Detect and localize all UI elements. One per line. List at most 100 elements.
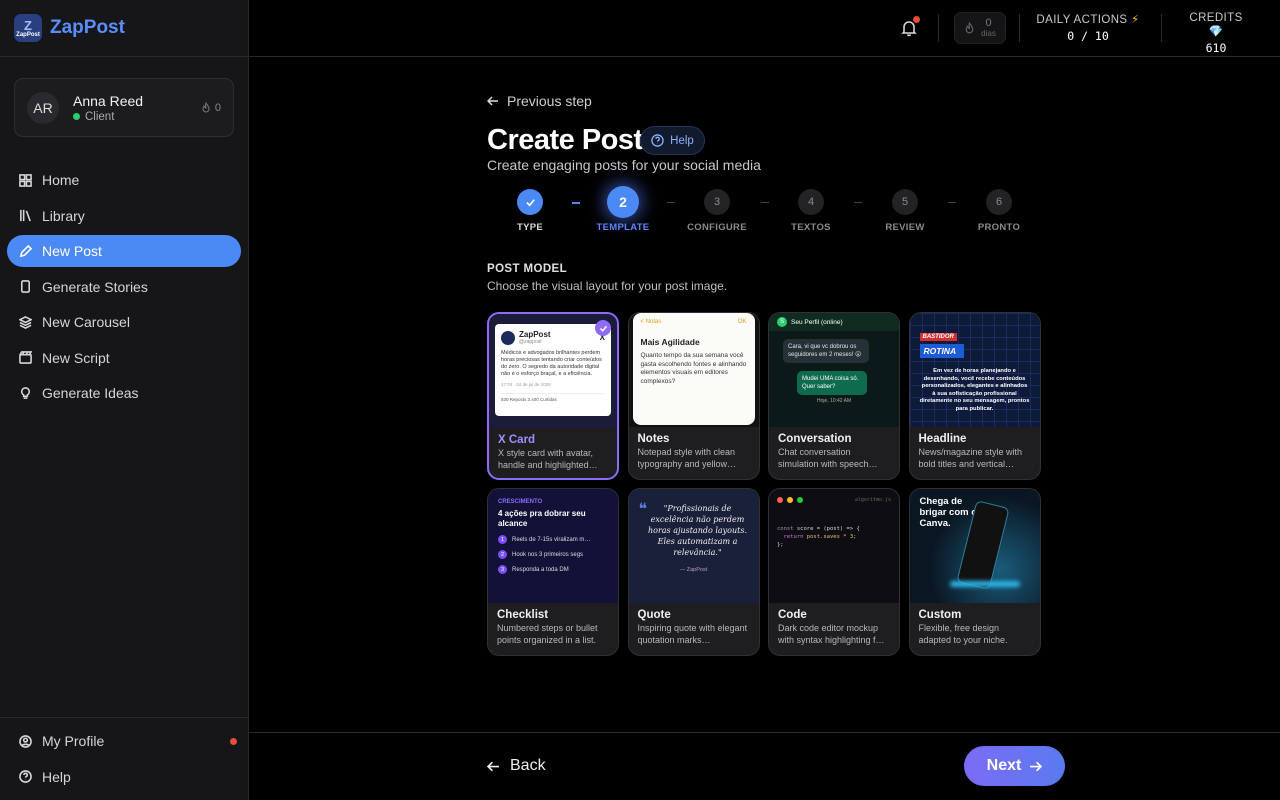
template-card-headline[interactable]: BASTIDOR ROTINA Em vez de horas planejan… [908, 312, 1041, 480]
user-streak: 0 [201, 101, 221, 114]
template-name: Notes [637, 433, 670, 445]
sidebar-item-library[interactable]: Library [7, 200, 241, 232]
sidebar-item-my-profile[interactable]: My Profile [7, 725, 241, 757]
template-card-quote[interactable]: ❝ "Profissionais de excelência não perde… [627, 488, 760, 656]
template-preview: S Seu Perfil (online) Cara, vi que vc dob… [769, 313, 899, 427]
streak-counter: 0 dias [954, 12, 1006, 44]
sidebar-item-label: Home [42, 172, 80, 188]
arrow-left-icon [487, 96, 498, 106]
step-configure: 3 CONFIGURE [682, 187, 752, 233]
template-grid: ZapPost @zappost X Médicos e advogados bri… [487, 312, 1043, 656]
brand-logo[interactable]: Z ZapPost ZapPost [0, 0, 248, 57]
help-circle-icon [651, 134, 664, 147]
diamond-icon: 💎 [1208, 26, 1224, 38]
template-preview: ❝ "Profissionais de excelência não perde… [628, 489, 759, 603]
template-name: Code [778, 609, 807, 621]
template-card-custom[interactable]: Chega de brigar com o Canva. Custom Flex… [908, 488, 1041, 656]
template-desc: X style card with avatar, handle and hig… [498, 448, 598, 470]
section-title: POST MODEL [487, 263, 568, 275]
stepper: TYPE 2 TEMPLATE 3 CONFIGURE 4 TEXTOS 5 R… [487, 186, 1047, 237]
sidebar-item-label: Library [42, 207, 85, 224]
sidebar: Z ZapPost ZapPost AR Anna Reed Client 0 … [0, 0, 249, 800]
selected-check-icon [595, 320, 611, 336]
template-name: Quote [637, 609, 671, 621]
template-preview: CRESCIMENTO 4 ações pra dobrar seu alcan… [488, 489, 618, 603]
template-preview: < Notas OK Mais Agilidade Quanto tempo da… [628, 313, 759, 427]
user-circle-icon [19, 734, 32, 748]
sidebar-item-help[interactable]: Help [7, 761, 241, 793]
phone-icon [20, 280, 31, 293]
template-card-conversation[interactable]: S Seu Perfil (online) Cara, vi que vc dob… [768, 312, 900, 480]
clapper-icon [19, 351, 32, 364]
main-content: Previous step Create Post Help Create en… [249, 57, 1280, 732]
template-desc: News/magazine style with bold titles and… [918, 447, 1023, 469]
sidebar-item-home[interactable]: Home [7, 164, 241, 196]
step-pronto: 6 PRONTO [964, 187, 1034, 233]
grid-icon [19, 173, 32, 187]
template-desc: Chat conversation simulation with speech… [778, 447, 878, 469]
sidebar-item-label: New Carousel [42, 314, 130, 330]
sidebar-item-label: My Profile [42, 733, 105, 749]
previous-step-link[interactable]: Previous step [487, 93, 592, 109]
template-desc: Dark code editor mockup with syntax high… [778, 623, 885, 645]
step-type[interactable]: TYPE [495, 187, 565, 233]
sidebar-item-generate-stories[interactable]: Generate Stories [7, 271, 241, 303]
template-card-notes[interactable]: < Notas OK Mais Agilidade Quanto tempo da… [627, 312, 760, 480]
template-preview: algoritmo.js const score = (post) => { r… [769, 489, 899, 603]
sidebar-item-new-script[interactable]: New Script [7, 342, 241, 374]
back-button[interactable]: Back [487, 757, 546, 775]
step-connector [761, 202, 769, 203]
quote-mark-icon: ❝ [638, 499, 648, 518]
credits: CREDITS 💎 610 [1189, 12, 1243, 55]
arrow-right-icon [1030, 761, 1043, 771]
contact-avatar-icon: S [777, 317, 787, 327]
page-title: Create Post [487, 124, 643, 156]
template-name: Conversation [778, 433, 852, 445]
template-preview: Chega de brigar com o Canva. [909, 489, 1040, 603]
template-card-checklist[interactable]: CRESCIMENTO 4 ações pra dobrar seu alcan… [487, 488, 619, 656]
template-desc: Numbered steps or bullet points organize… [497, 623, 598, 645]
step-connector [948, 202, 956, 203]
template-name: Custom [918, 609, 962, 621]
next-button[interactable]: Next [964, 746, 1065, 786]
template-card-x-card[interactable]: ZapPost @zappost X Médicos e advogados bri… [487, 312, 619, 480]
online-status-icon [73, 113, 80, 120]
template-preview: BASTIDOR ROTINA Em vez de horas planejan… [910, 313, 1040, 427]
step-review: 5 REVIEW [870, 187, 940, 233]
section-subtitle: Choose the visual layout for your post i… [487, 279, 728, 293]
app-root: Z ZapPost ZapPost AR Anna Reed Client 0 … [0, 0, 1280, 800]
user-name: Anna Reed [73, 92, 144, 109]
bulb-icon [20, 386, 31, 399]
layers-icon [19, 315, 32, 329]
step-textos: 4 TEXTOS [776, 187, 846, 233]
sidebar-item-new-carousel[interactable]: New Carousel [7, 306, 241, 338]
topbar: 0 dias DAILY ACTIONS ⚡ 0 / 10 CREDITS 💎 … [249, 0, 1280, 57]
pen-icon [19, 244, 32, 257]
template-name: Checklist [497, 609, 549, 621]
sidebar-item-label: New Post [42, 243, 102, 259]
notification-dot [230, 738, 237, 745]
step-template: 2 TEMPLATE [588, 186, 658, 233]
daily-actions: DAILY ACTIONS ⚡ 0 / 10 [1036, 14, 1140, 43]
sidebar-nav: Home Library New Post Generate Stories N… [7, 164, 241, 413]
help-button[interactable]: Help [640, 126, 705, 155]
user-role: Client [85, 110, 115, 123]
avatar [501, 330, 515, 345]
check-icon [525, 198, 535, 206]
template-card-code[interactable]: algoritmo.js const score = (post) => { r… [768, 488, 900, 656]
sidebar-bottom: My Profile Help [0, 717, 248, 796]
step-connector [854, 202, 862, 203]
user-card[interactable]: AR Anna Reed Client 0 [14, 78, 234, 137]
sidebar-item-label: Help [42, 768, 71, 785]
flame-icon [202, 101, 210, 112]
help-circle-icon [19, 770, 32, 783]
arrow-left-icon [487, 761, 499, 771]
template-name: Headline [918, 433, 967, 445]
notification-dot [913, 16, 920, 23]
step-connector [572, 202, 580, 204]
lightning-icon: ⚡ [1131, 14, 1140, 26]
sidebar-item-generate-ideas[interactable]: Generate Ideas [7, 377, 241, 409]
avatar: AR [27, 91, 59, 124]
sidebar-item-new-post[interactable]: New Post [7, 235, 241, 267]
template-desc: Notepad style with clean typography and … [637, 447, 737, 469]
